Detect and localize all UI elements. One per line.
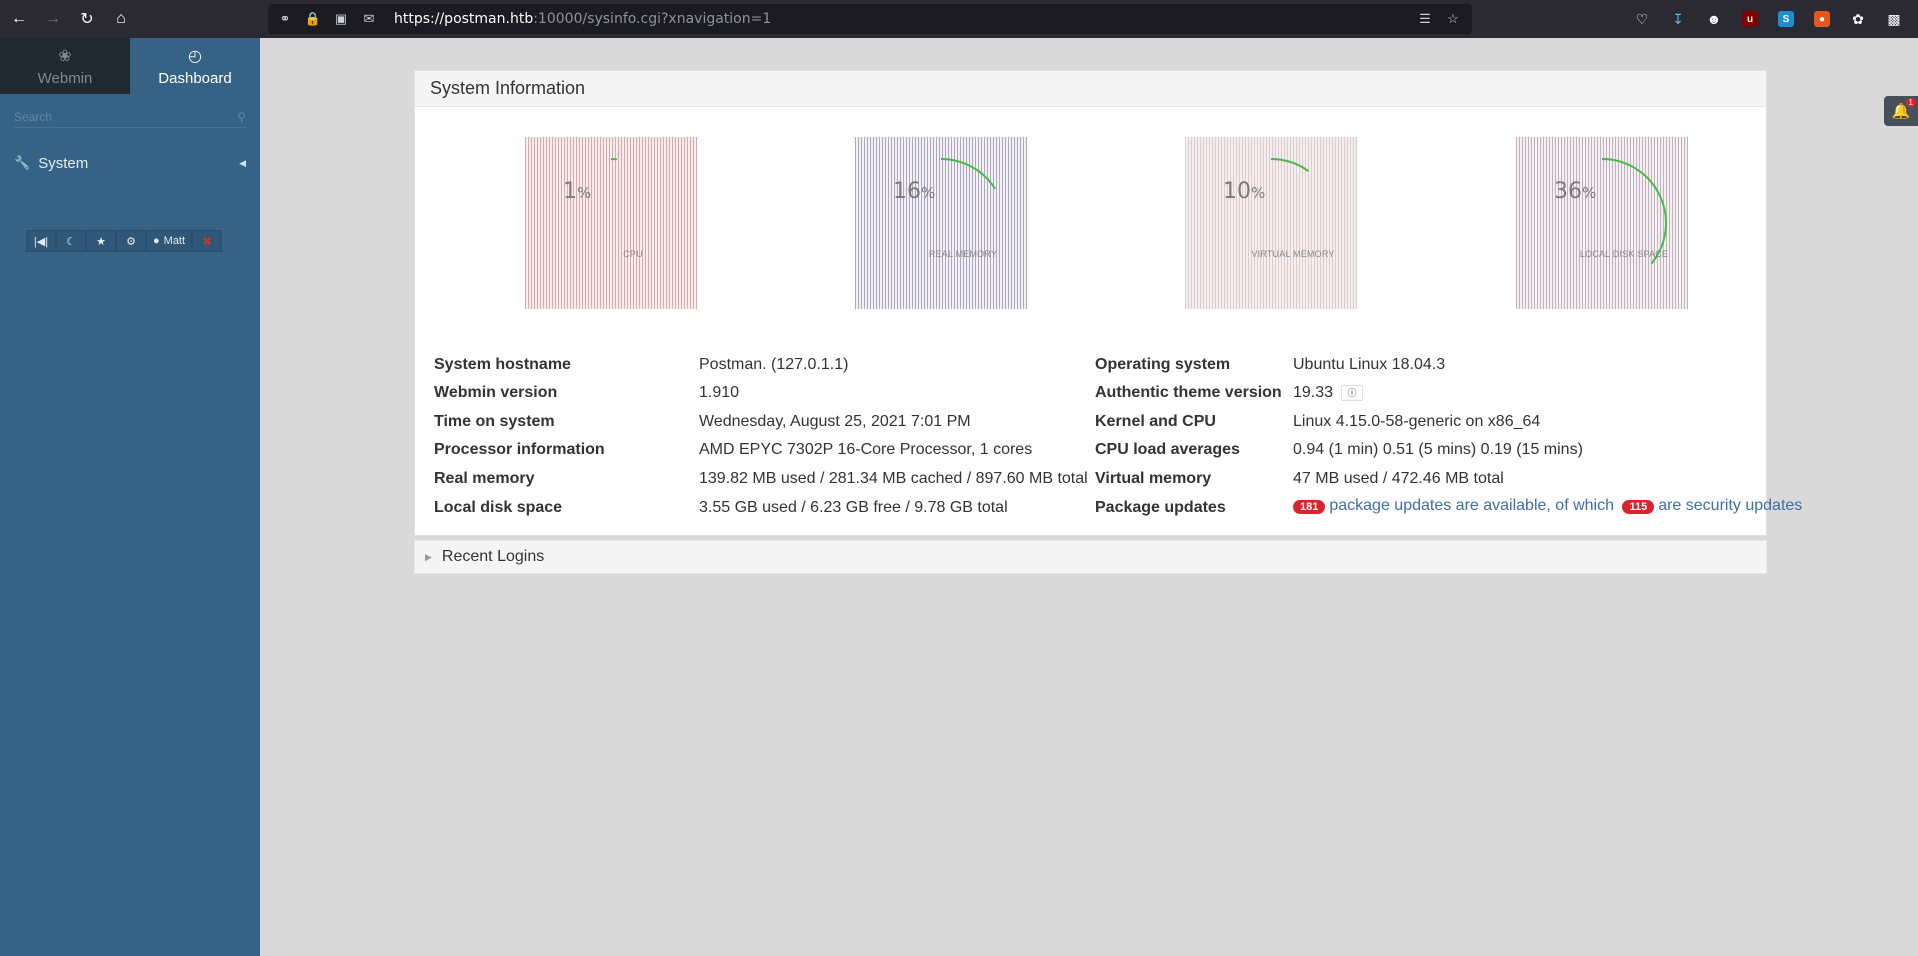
info-key: Package updates [1095, 499, 1226, 516]
user-button[interactable]: ● Matt [146, 230, 193, 252]
notification-permission-icon[interactable]: ✉ [358, 8, 380, 30]
info-key: Processor information [434, 441, 605, 458]
night-mode-icon[interactable]: ☾ [56, 230, 86, 252]
gauge-value: 10% [1223, 179, 1266, 204]
info-value: Linux 4.15.0-58-generic on x86_64 [1293, 413, 1541, 430]
back-arrow-icon[interactable]: ← [4, 4, 34, 34]
updates-available-link[interactable]: package updates are available, of which [1329, 497, 1614, 514]
updates-count-badge[interactable]: 181 [1293, 500, 1326, 514]
info-key: Authentic theme version [1095, 384, 1282, 401]
info-icon[interactable]: ⓘ [1341, 384, 1364, 401]
sidebar-item-system[interactable]: 🔧 System ◀ [0, 152, 260, 174]
package-updates-value: 181 package updates are available, of whi… [1293, 497, 1802, 515]
tab-dashboard[interactable]: ◴ Dashboard [130, 38, 260, 94]
caret-right-icon: ▶ [425, 551, 432, 562]
browser-toolbar: ← → ↻ ⌂ ⚭ 🔒 ▣ ✉ https://postman.htb:1000… [0, 0, 1918, 38]
menu-icon[interactable]: ▩ [1880, 4, 1908, 34]
extension-fox-icon[interactable]: ● [1808, 4, 1836, 34]
wrench-icon: 🔧 [14, 155, 31, 170]
favorites-star-icon[interactable]: ★ [86, 230, 116, 252]
caret-left-icon: ◀ [239, 157, 246, 168]
url-host: https://postman.htb [394, 11, 534, 27]
gauge-local-disk-space: 36% LOCAL DISK SPACE [1516, 137, 1688, 309]
cookie-icon[interactable]: ✿ [1844, 4, 1872, 34]
gauge-label: REAL MEMORY [928, 249, 998, 259]
info-value: Wednesday, August 25, 2021 7:01 PM [699, 413, 971, 430]
security-updates-link[interactable]: are security updates [1658, 497, 1802, 514]
address-bar[interactable]: ⚭ 🔒 ▣ ✉ https://postman.htb:10000/sysinf… [268, 4, 1472, 34]
info-value: 47 MB used / 472.46 MB total [1293, 470, 1504, 487]
system-information-panel: System Information 1% CPU 16% REAL MEMOR… [414, 70, 1802, 536]
logout-icon[interactable]: ✖ [192, 230, 223, 252]
url-path: :10000/sysinfo.cgi?xnavigation=1 [533, 11, 772, 27]
theme-settings-icon[interactable]: ⚙ [116, 230, 146, 252]
info-value: 0.94 (1 min) 0.51 (5 mins) 0.19 (15 mins… [1293, 441, 1583, 458]
webmin-logo-icon: ❀ [58, 47, 72, 65]
info-value: 19.33 ⓘ [1293, 384, 1364, 402]
image-permission-icon[interactable]: ▣ [330, 8, 352, 30]
sidebar-search: ⚲ [14, 106, 246, 128]
info-key: Local disk space [434, 499, 563, 516]
extension-car-icon[interactable]: ☻ [1700, 4, 1728, 34]
info-key: Webmin version [434, 384, 558, 401]
notification-count-badge: 1 [1905, 98, 1916, 107]
info-value: Ubuntu Linux 18.04.3 [1293, 356, 1446, 373]
tab-dashboard-label: Dashboard [158, 69, 232, 87]
gauge-value: 16% [893, 179, 936, 204]
gauge-label: LOCAL DISK SPACE [1579, 249, 1669, 259]
reader-view-icon[interactable]: ☰ [1414, 8, 1436, 30]
gauge-value: 1% [563, 179, 592, 204]
gauge-real-memory: 16% REAL MEMORY [855, 137, 1027, 309]
gauge-label: VIRTUAL MEMORY [1251, 249, 1335, 259]
lock-warning-icon[interactable]: 🔒 [302, 8, 324, 30]
forward-arrow-icon[interactable]: → [38, 4, 68, 34]
info-key: CPU load averages [1095, 441, 1240, 458]
theme-version-value: 19.33 [1293, 384, 1334, 401]
info-key: Kernel and CPU [1095, 413, 1216, 430]
gauge-cpu: 1% CPU [525, 137, 697, 309]
info-value: 1.910 [699, 384, 740, 401]
extension-s-icon[interactable]: S [1772, 4, 1800, 34]
bookmark-star-icon[interactable]: ☆ [1442, 8, 1464, 30]
tab-webmin-label: Webmin [37, 69, 93, 87]
sidebar: ❀ Webmin ◴ Dashboard ⚲ 🔧 System ◀ |◀| ☾ … [0, 38, 260, 956]
info-key: System hostname [434, 356, 571, 373]
gauge-virtual-memory: 10% VIRTUAL MEMORY [1185, 137, 1357, 309]
tab-webmin[interactable]: ❀ Webmin [0, 38, 130, 94]
user-label: Matt [163, 235, 186, 247]
panel-title: System Information [415, 71, 1766, 107]
security-updates-badge[interactable]: 115 [1622, 500, 1655, 514]
shield-icon[interactable]: ⚭ [274, 8, 296, 30]
user-icon: ● [153, 235, 160, 247]
info-value: 3.55 GB used / 6.23 GB free / 9.78 GB to… [699, 499, 1008, 516]
sidebar-toolbar: |◀| ☾ ★ ⚙ ● Matt ✖ [26, 230, 223, 252]
gauges-row: 1% CPU 16% REAL MEMORY 10% VIRTUAL MEMOR… [415, 107, 1766, 327]
gauge-value: 36% [1554, 179, 1597, 204]
sidebar-item-label: System [38, 154, 89, 172]
info-key: Operating system [1095, 356, 1231, 373]
recent-logins-title: Recent Logins [441, 548, 545, 565]
search-input[interactable] [14, 109, 214, 124]
collapse-toggle-icon[interactable]: |◀| [26, 230, 56, 252]
url-text[interactable]: https://postman.htb:10000/sysinfo.cgi?xn… [394, 11, 771, 27]
info-value: 139.82 MB used / 281.34 MB cached / 897.… [699, 470, 1088, 487]
info-value: Postman. (127.0.1.1) [699, 356, 849, 373]
extensions-bar: ♡ ↧ ☻ u S ● ✿ ▩ [1628, 4, 1908, 34]
dashboard-gauge-icon: ◴ [188, 47, 202, 65]
gauge-arc [940, 158, 996, 190]
search-icon[interactable]: ⚲ [237, 110, 246, 124]
gauge-label: CPU [623, 249, 643, 259]
ublock-icon[interactable]: u [1736, 4, 1764, 34]
reload-icon[interactable]: ↻ [72, 4, 102, 34]
info-key: Virtual memory [1095, 470, 1212, 487]
pocket-icon[interactable]: ♡ [1628, 4, 1656, 34]
notifications-button[interactable]: 🔔 1 [1884, 96, 1918, 126]
info-key: Time on system [434, 413, 555, 430]
gauge-arc [1270, 158, 1310, 173]
info-key: Real memory [434, 470, 535, 487]
info-value: AMD EPYC 7302P 16-Core Processor, 1 core… [699, 441, 1033, 458]
download-icon[interactable]: ↧ [1664, 4, 1692, 34]
home-icon[interactable]: ⌂ [106, 4, 136, 34]
recent-logins-panel[interactable]: ▶ Recent Logins [414, 540, 1767, 574]
